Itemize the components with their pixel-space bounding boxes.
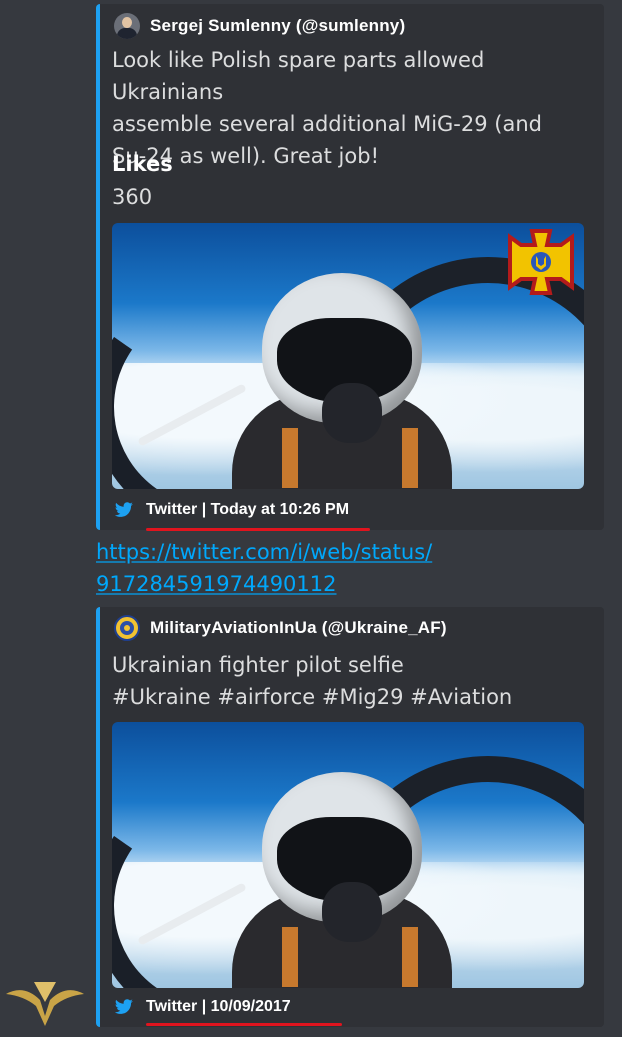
link-line: https://twitter.com/i/web/status/ [96,540,433,564]
description-line: #Ukraine #airforce #Mig29 #Aviation [112,685,513,709]
footer-text: Twitter | Today at 10:26 PM [146,501,350,518]
embed-image-pilot-selfie[interactable] [112,223,584,489]
description-line: assemble several additional MiG-29 (and [112,112,542,136]
embed-description: Ukrainian fighter pilot selfie #Ukraine … [112,649,590,713]
annotation-underline [146,528,370,531]
link-line: 917284591974490112 [96,572,337,596]
person-avatar-icon [114,13,140,39]
embed-image-pilot-selfie[interactable] [112,722,584,988]
description-line: Ukrainian fighter pilot selfie [112,653,404,677]
twitter-bird-icon [114,999,133,1014]
author-name: MilitaryAviationInUa (@Ukraine_AF) [150,618,447,637]
embed-description: Look like Polish spare parts allowed Ukr… [112,44,590,172]
description-line: Su-24 as well). Great job! [112,144,379,168]
embed-author[interactable]: MilitaryAviationInUa (@Ukraine_AF) [114,615,447,641]
embed-footer: Twitter | Today at 10:26 PM [114,501,349,519]
eagle-logo-watermark [6,982,84,1026]
embed-footer: Twitter | 10/09/2017 [114,998,291,1016]
field-name-likes: Likes [112,152,173,176]
air-force-cross-icon [508,229,574,295]
twitter-bird-icon [114,502,133,517]
embed-author[interactable]: Sergej Sumlenny (@sumlenny) [114,13,405,39]
description-line: Look like Polish spare parts allowed Ukr… [112,48,485,104]
tweet-status-link[interactable]: https://twitter.com/i/web/status/ 917284… [96,536,516,600]
field-value-likes: 360 [112,185,153,209]
air-force-emblem-icon [114,615,140,641]
tweet-embed-ukraine-af: MilitaryAviationInUa (@Ukraine_AF) Ukrai… [96,607,604,1027]
footer-text: Twitter | 10/09/2017 [146,998,291,1015]
annotation-underline [146,1023,342,1026]
tweet-embed-sumlenny: Sergej Sumlenny (@sumlenny) Look like Po… [96,4,604,531]
author-name: Sergej Sumlenny (@sumlenny) [150,16,406,35]
